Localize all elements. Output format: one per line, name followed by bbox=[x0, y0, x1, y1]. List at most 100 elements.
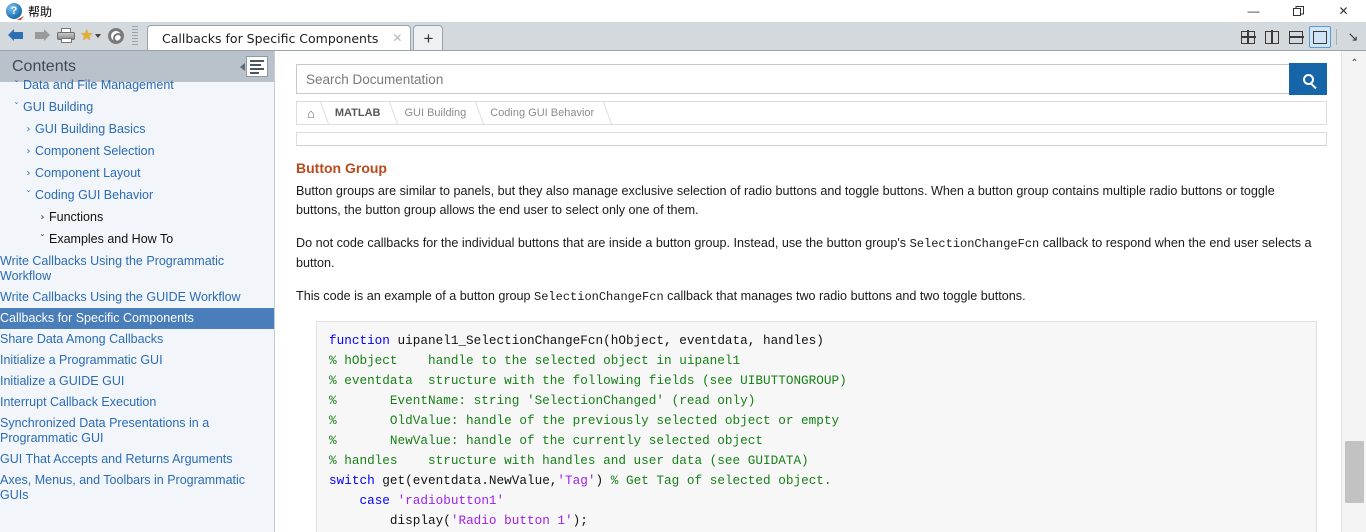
sidebar-item-label: Axes, Menus, and Toolbars in Programmati… bbox=[0, 473, 246, 502]
sidebar-item-write-callbacks-using-the-guide-workflow[interactable]: Write Callbacks Using the GUIDE Workflow bbox=[0, 287, 274, 308]
chevron-right-icon[interactable]: › bbox=[22, 144, 35, 160]
toolbar-grip[interactable] bbox=[132, 25, 138, 46]
vertical-scrollbar[interactable]: ⌃ bbox=[1341, 51, 1366, 532]
sidebar-item-initialize-a-programmatic-gui[interactable]: Initialize a Programmatic GUI bbox=[0, 350, 274, 371]
tab-close-icon[interactable]: ✕ bbox=[392, 31, 402, 45]
sidebar-item-label: Callbacks for Specific Components bbox=[0, 311, 194, 325]
sidebar-item-label: Interrupt Callback Execution bbox=[0, 395, 157, 409]
paragraph-3: This code is an example of a button grou… bbox=[296, 287, 1317, 307]
settings-button[interactable] bbox=[104, 24, 128, 48]
scroll-up-arrow-icon[interactable]: ⌃ bbox=[1342, 53, 1366, 73]
paragraph-3-pre: This code is an example of a button grou… bbox=[296, 289, 535, 303]
search-button[interactable] bbox=[1289, 63, 1327, 95]
code-token: % handles structure with handles and use… bbox=[329, 453, 809, 468]
layout-quad-button[interactable] bbox=[1237, 26, 1259, 48]
restore-button[interactable] bbox=[1276, 0, 1321, 22]
chevron-down-icon[interactable]: ˇ bbox=[10, 100, 23, 116]
sidebar-item-coding-gui-behavior[interactable]: ˇ Coding GUI Behavior bbox=[0, 185, 274, 207]
paragraph-3-post: callback that manages two radio buttons … bbox=[663, 289, 1026, 303]
search-input[interactable] bbox=[296, 64, 1289, 94]
chevron-right-icon[interactable]: › bbox=[22, 166, 35, 182]
layout-toolbar: ↘ bbox=[1237, 26, 1364, 48]
contents-toggle-button[interactable] bbox=[240, 56, 268, 77]
undock-button[interactable]: ↘ bbox=[1342, 26, 1364, 48]
sidebar-item-data-and-file-management[interactable]: ˇ Data and File Management bbox=[0, 75, 274, 97]
toolbar-separator bbox=[1336, 29, 1337, 45]
chevron-right-icon[interactable]: › bbox=[22, 122, 35, 138]
sidebar-item-callbacks-for-specific-components[interactable]: Callbacks for Specific Components bbox=[0, 308, 274, 329]
window-controls: — ✕ bbox=[1231, 0, 1366, 22]
search-row bbox=[276, 51, 1341, 95]
code-token: ) bbox=[595, 473, 611, 488]
sidebar-item-label: Write Callbacks Using the Programmatic W… bbox=[0, 254, 225, 283]
sidebar-item-component-layout[interactable]: › Component Layout bbox=[0, 163, 274, 185]
layout-horizontal-split-button[interactable] bbox=[1285, 26, 1307, 48]
sidebar-item-label: Coding GUI Behavior bbox=[35, 188, 154, 202]
printer-icon bbox=[57, 28, 75, 43]
layout-single-pane-button[interactable] bbox=[1309, 26, 1331, 48]
sidebar-item-synchronized-data-presentations-in-a-programmatic-gui[interactable]: Synchronized Data Presentations in a Pro… bbox=[0, 413, 274, 449]
favorites-button[interactable]: ★ bbox=[79, 24, 103, 48]
close-button[interactable]: ✕ bbox=[1321, 0, 1366, 22]
print-button[interactable] bbox=[54, 24, 78, 48]
paragraph-1: Button groups are similar to panels, but… bbox=[296, 184, 1275, 217]
forward-button[interactable] bbox=[29, 24, 53, 48]
article-body: Button Group Button groups are similar t… bbox=[276, 146, 1341, 532]
sidebar-item-label: GUI That Accepts and Returns Arguments bbox=[0, 452, 233, 466]
breadcrumb-item-coding-gui-behavior[interactable]: Coding GUI Behavior bbox=[480, 102, 608, 124]
sidebar-item-label: Functions bbox=[49, 210, 104, 224]
code-token: 'radiobutton1' bbox=[397, 493, 505, 508]
chevron-right-icon[interactable]: › bbox=[36, 210, 49, 226]
sidebar-item-label: Initialize a GUIDE GUI bbox=[0, 374, 125, 388]
breadcrumb-item-gui-building[interactable]: GUI Building bbox=[394, 102, 480, 124]
chevron-down-icon[interactable]: ˇ bbox=[22, 188, 35, 204]
forward-arrow-icon bbox=[33, 29, 50, 42]
breadcrumb-home-icon[interactable]: ⌂ bbox=[297, 102, 325, 124]
back-button[interactable] bbox=[4, 24, 28, 48]
layout-horizontal-split-icon bbox=[1288, 30, 1304, 44]
sidebar-item-functions[interactable]: › Functions bbox=[0, 207, 274, 229]
sidebar-item-share-data-among-callbacks[interactable]: Share Data Among Callbacks bbox=[0, 329, 274, 350]
sidebar-item-component-selection[interactable]: › Component Selection bbox=[0, 141, 274, 163]
tab-label: Callbacks for Specific Components bbox=[162, 30, 379, 46]
minimize-button[interactable]: — bbox=[1231, 0, 1276, 22]
sidebar-item-axes-menus-and-toolbars-in-programmatic-guis[interactable]: Axes, Menus, and Toolbars in Programmati… bbox=[0, 470, 274, 506]
sidebar-item-gui-that-accepts-and-returns-arguments[interactable]: GUI That Accepts and Returns Arguments bbox=[0, 449, 274, 470]
back-arrow-icon bbox=[7, 29, 25, 42]
code-token: switch bbox=[329, 473, 375, 488]
sidebar-item-label: Write Callbacks Using the GUIDE Workflow bbox=[0, 290, 241, 304]
sidebar-item-gui-building[interactable]: ˇ GUI Building bbox=[0, 97, 274, 119]
contents-sidebar: Contents ˇ Data and File Management ˇ GUI B… bbox=[0, 51, 275, 532]
help-question-icon: ? bbox=[6, 3, 22, 19]
browser-tab[interactable]: Callbacks for Specific Components ✕ bbox=[147, 25, 412, 50]
paragraph-2-pre: Do not code callbacks for the individual… bbox=[296, 236, 910, 250]
sidebar-item-examples-and-how-to[interactable]: ˇ Examples and How To bbox=[0, 229, 274, 251]
chevron-down-icon[interactable]: ˇ bbox=[36, 232, 49, 248]
sidebar-item-gui-building-basics[interactable]: › GUI Building Basics bbox=[0, 119, 274, 141]
layout-vertical-split-icon bbox=[1265, 30, 1279, 44]
sidebar-item-interrupt-callback-execution[interactable]: Interrupt Callback Execution bbox=[0, 392, 274, 413]
sidebar-item-label: GUI Building bbox=[23, 100, 94, 114]
contents-title: Contents bbox=[12, 57, 77, 75]
code-block-text: function uipanel1_SelectionChangeFcn(hOb… bbox=[329, 331, 1316, 532]
breadcrumb-item-matlab[interactable]: MATLAB bbox=[325, 102, 395, 124]
sidebar-item-label: Data and File Management bbox=[23, 78, 174, 92]
sidebar-item-label: Examples and How To bbox=[49, 232, 174, 246]
layout-single-pane-icon bbox=[1313, 30, 1327, 44]
sidebar-item-write-callbacks-using-the-programmatic-workflow[interactable]: Write Callbacks Using the Programmatic W… bbox=[0, 251, 274, 287]
code-token: get(eventdata.NewValue, bbox=[374, 473, 558, 488]
sidebar-item-label: Synchronized Data Presentations in a Pro… bbox=[0, 416, 210, 445]
collapse-arrow-icon bbox=[240, 62, 245, 71]
sidebar-item-label: GUI Building Basics bbox=[35, 122, 146, 136]
sidebar-item-initialize-a-guide-gui[interactable]: Initialize a GUIDE GUI bbox=[0, 371, 274, 392]
code-token: % EventName: string 'SelectionChanged' (… bbox=[329, 393, 756, 408]
chevron-down-icon[interactable]: ˇ bbox=[10, 78, 23, 94]
scrollbar-thumb[interactable] bbox=[1345, 441, 1364, 503]
undock-arrow-icon: ↘ bbox=[1347, 29, 1359, 44]
navigation-toolbar: ★ bbox=[0, 21, 141, 50]
layout-vertical-split-button[interactable] bbox=[1261, 26, 1283, 48]
new-tab-button[interactable]: + bbox=[413, 25, 444, 50]
page-title: Button Group bbox=[296, 160, 387, 176]
code-block[interactable]: function uipanel1_SelectionChangeFcn(hOb… bbox=[316, 321, 1317, 532]
